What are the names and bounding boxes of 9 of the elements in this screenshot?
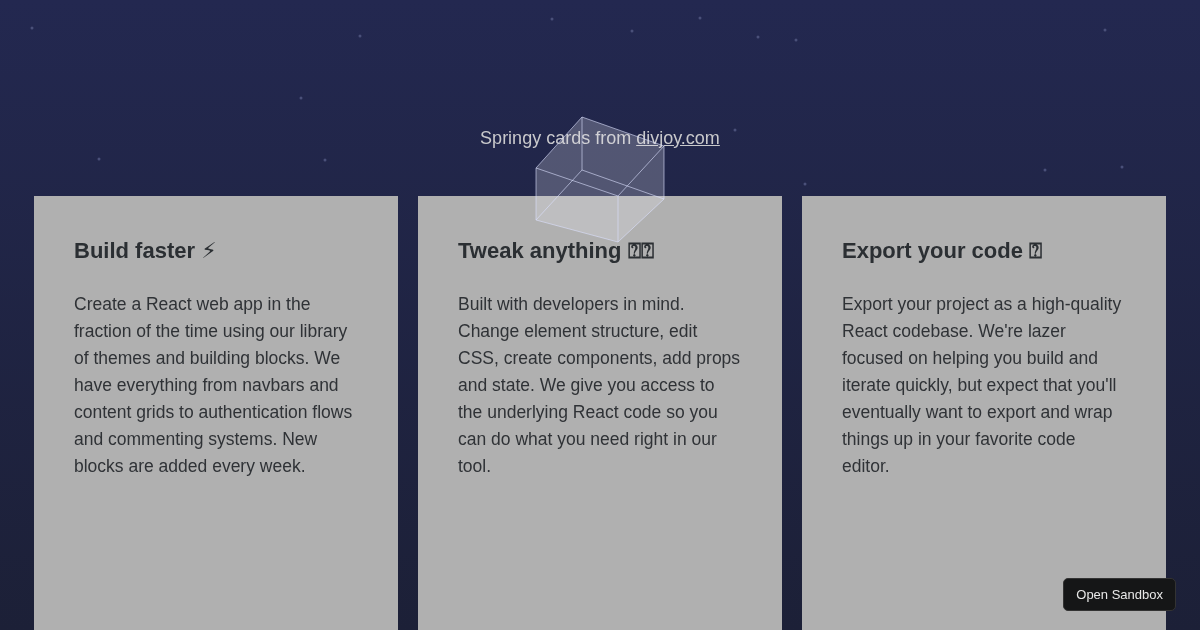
card-body: Create a React web app in the fraction of the time using our library of themes and building blocks. We have everything from navbars and content grids to authentication flows and commenting systems. New blocks are added every week. [74, 293, 354, 478]
card-body: Built with developers in mind. Change element structure, edit CSS, create components, add props and state. We give you access to the underlying React code so you can do what you need right in our tool. [458, 293, 742, 478]
card-title: Tweak anything ⍰⍰ [458, 238, 655, 264]
card-body: Export your project as a high-quality React codebase. We're lazer focused on helping you build and iterate quickly, but expect that you'll eventually want to export and wrap things up in your favorite code editor. [842, 293, 1123, 478]
divjoy-link[interactable]: divjoy.com [636, 128, 720, 148]
card-title: Build faster ⚡ [74, 238, 218, 264]
header-text: Springy cards from [480, 128, 633, 148]
open-sandbox-button[interactable]: Open Sandbox [1063, 578, 1176, 611]
card-title: Export your code ⍰ [842, 238, 1044, 264]
